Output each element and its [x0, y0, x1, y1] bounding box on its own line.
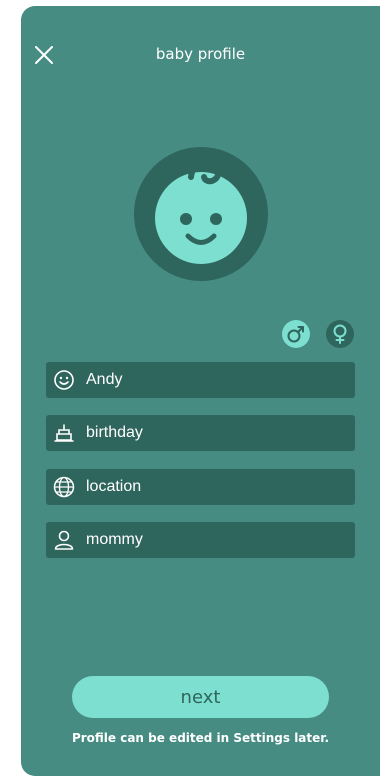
profile-card: baby profile Andy birthday location momm…: [21, 6, 380, 776]
globe-icon: [52, 475, 76, 499]
name-value: Andy: [86, 371, 123, 388]
male-symbol-icon: [287, 326, 304, 343]
parent-field[interactable]: mommy: [46, 522, 355, 558]
cake-icon: [52, 421, 76, 445]
location-placeholder: location: [86, 478, 142, 495]
edit-hint: Profile can be edited in Settings later.: [71, 731, 330, 745]
location-field[interactable]: location: [46, 469, 355, 505]
name-field[interactable]: Andy: [46, 362, 355, 398]
gender-male-button[interactable]: [282, 320, 310, 348]
next-button[interactable]: next: [72, 676, 329, 718]
female-symbol-icon: [333, 324, 347, 344]
parent-value: mommy: [86, 531, 143, 548]
page-title: baby profile: [155, 45, 246, 63]
avatar[interactable]: [134, 147, 268, 281]
person-icon: [52, 528, 76, 552]
gender-female-button[interactable]: [326, 320, 354, 348]
birthday-field[interactable]: birthday: [46, 415, 355, 451]
smiley-icon: [52, 368, 76, 392]
baby-face-icon: [155, 160, 247, 264]
birthday-placeholder: birthday: [86, 424, 143, 441]
